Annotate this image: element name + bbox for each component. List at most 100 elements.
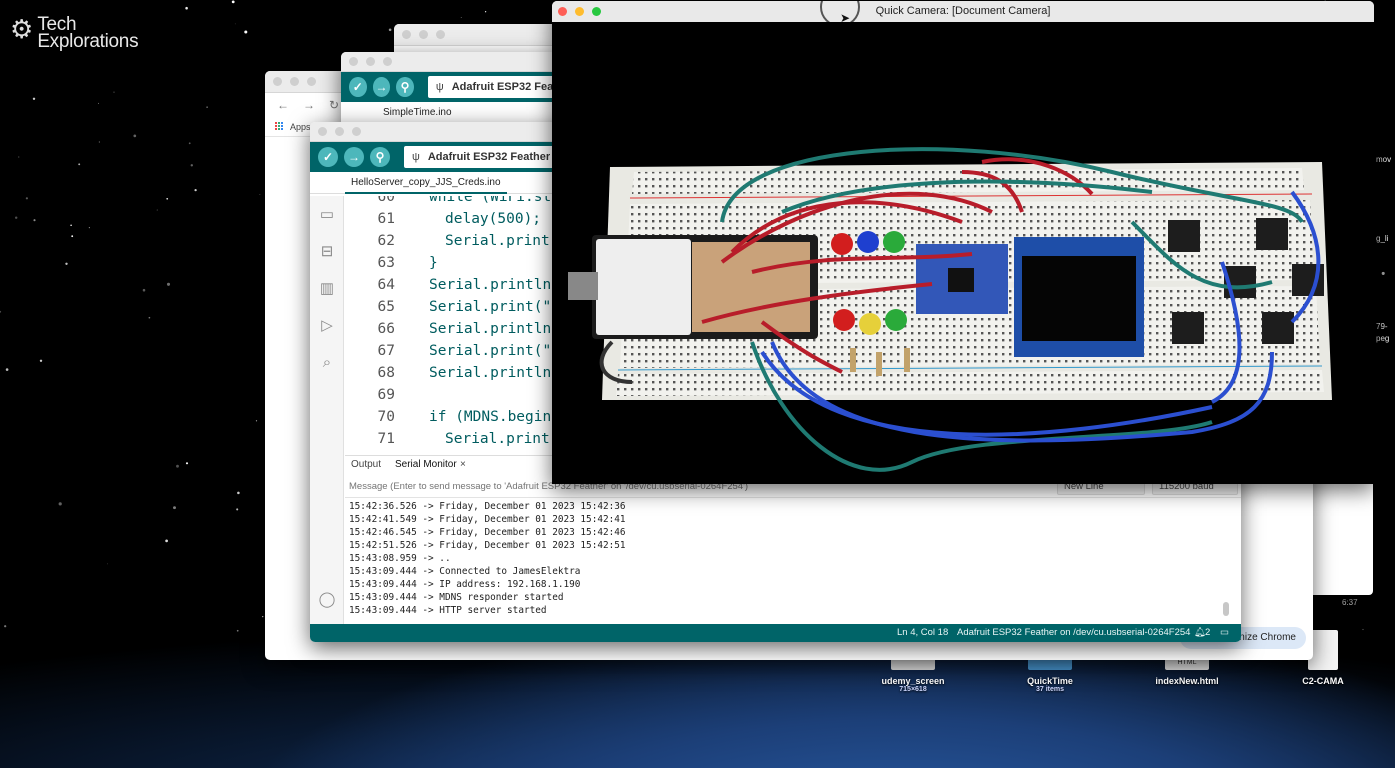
star	[484, 11, 487, 13]
star	[142, 288, 146, 292]
star	[236, 629, 239, 632]
arduino-window-back[interactable]: ✓ → ⚲ ψ Adafruit ESP32 Fea SimpleTime.ino	[341, 52, 561, 132]
star	[39, 359, 43, 363]
star	[190, 164, 193, 167]
apps-bookmark[interactable]: Apps	[290, 122, 311, 132]
desktop-edge-label: 6:37	[1342, 598, 1358, 607]
usb-icon: ψ	[412, 151, 420, 163]
star	[166, 282, 171, 286]
star	[88, 227, 90, 229]
arduino-sidebar: ▭ ⊟ ▥ ▷ ⌕ ◯	[310, 196, 344, 624]
sketch-tab[interactable]: SimpleTime.ino	[377, 102, 458, 124]
board-selector[interactable]: ψ Adafruit ESP32 Feather	[404, 146, 554, 168]
desktop-icon-indexnew[interactable]: HTML indexNew.html	[1132, 656, 1242, 686]
star	[98, 141, 100, 143]
board-port-status[interactable]: Adafruit ESP32 Feather on /dev/cu.usbser…	[957, 624, 1190, 642]
upload-icon[interactable]: →	[372, 77, 391, 97]
camera-feed	[552, 22, 1374, 484]
star	[173, 506, 176, 510]
star	[165, 539, 168, 543]
close-light[interactable]	[558, 7, 567, 16]
notification-count: 2	[1205, 627, 1211, 638]
star	[58, 502, 62, 506]
status-bar: Ln 4, Col 18 Adafruit ESP32 Feather on /…	[310, 624, 1241, 642]
star	[234, 23, 236, 25]
forward-arrow-icon[interactable]: →	[303, 98, 315, 112]
star	[148, 316, 151, 319]
search-icon[interactable]: ⌕	[310, 344, 344, 381]
close-light[interactable]	[273, 77, 282, 86]
code-line: 64 Serial.println	[377, 277, 552, 293]
star	[194, 188, 197, 192]
serial-line: 15:43:09.444 -> HTTP server started	[349, 605, 547, 616]
serial-line: 15:43:09.444 -> MDNS responder started	[349, 592, 564, 603]
desktop-edge-label: mov	[1376, 155, 1392, 164]
serial-line: 15:42:36.526 -> Friday, December 01 2023…	[349, 501, 626, 512]
star	[70, 224, 72, 226]
zoom-light[interactable]	[352, 127, 361, 136]
board-name: Adafruit ESP32 Feather	[427, 151, 551, 163]
board-selector[interactable]: ψ Adafruit ESP32 Fea	[427, 76, 561, 98]
star	[236, 508, 239, 511]
verify-icon[interactable]: ✓	[318, 147, 338, 167]
close-tab-icon[interactable]: ×	[460, 459, 466, 470]
star	[460, 17, 462, 18]
star	[133, 134, 137, 138]
star	[1381, 271, 1385, 275]
minimize-light[interactable]	[290, 77, 299, 86]
minimize-light[interactable]	[575, 7, 584, 16]
code-line: 61 delay(500);	[377, 211, 542, 227]
zoom-light[interactable]	[592, 7, 601, 16]
reload-icon[interactable]: ↻	[329, 98, 339, 112]
debug-icon[interactable]: ⚲	[370, 147, 390, 167]
breadboard-circuit-photo	[568, 147, 1332, 472]
star	[107, 563, 109, 565]
serial-scrollbar[interactable]	[1223, 602, 1229, 616]
star	[176, 464, 179, 468]
star	[78, 163, 81, 166]
minimize-light[interactable]	[335, 127, 344, 136]
debug-icon[interactable]: ⚲	[396, 77, 414, 97]
star	[97, 102, 99, 104]
tab-output[interactable]: Output	[351, 459, 381, 470]
star	[71, 235, 74, 238]
background-window-titlebar[interactable]	[394, 24, 564, 46]
tech-explorations-logo: ⚙ Tech Explorations	[10, 15, 139, 51]
code-line: 62 Serial.print	[377, 233, 550, 249]
camera-titlebar[interactable]: Quick Camera: [Document Camera]	[552, 1, 1374, 22]
star	[237, 491, 240, 495]
library-manager-icon[interactable]: ▥	[310, 270, 344, 307]
star	[185, 462, 189, 465]
debug-panel-icon[interactable]: ▷	[310, 307, 344, 344]
tab-serial-monitor[interactable]: Serial Monitor	[395, 459, 457, 470]
cursor-position[interactable]: Ln 4, Col 18	[897, 624, 948, 642]
code-line: 67 Serial.print("	[377, 343, 552, 359]
panel-toggle-icon[interactable]: ▭	[1220, 624, 1229, 642]
star	[188, 142, 191, 145]
desktop-icon-quicktime[interactable]: QuickTime 37 items	[995, 656, 1105, 693]
star	[255, 420, 258, 422]
desktop-icon-sublabel: 715×618	[899, 686, 927, 693]
desktop-icon-label: C2-CAMA	[1302, 676, 1344, 686]
sketchbook-folder-icon[interactable]: ▭	[310, 196, 344, 233]
code-line: 69	[377, 387, 395, 403]
zoom-light[interactable]	[307, 77, 316, 86]
boards-manager-icon[interactable]: ⊟	[310, 233, 344, 270]
quick-camera-window[interactable]: Quick Camera: [Document Camera] ➤	[552, 1, 1374, 484]
verify-icon[interactable]: ✓	[349, 77, 367, 97]
account-icon[interactable]: ◯	[310, 581, 344, 618]
board-name: Adafruit ESP32 Fea	[451, 81, 554, 93]
serial-line: 15:42:46.545 -> Friday, December 01 2023…	[349, 527, 626, 538]
sketch-tab[interactable]: HelloServer_copy_JJS_Creds.ino	[345, 172, 507, 194]
arduino-back-titlebar[interactable]	[341, 52, 561, 72]
star	[231, 0, 235, 4]
serial-output[interactable]: 15:42:36.526 -> Friday, December 01 2023…	[345, 498, 1231, 622]
desktop-icon-udemy-screen[interactable]: udemy_screen 715×618	[858, 656, 968, 693]
apps-grid-icon	[275, 122, 284, 131]
close-light[interactable]	[318, 127, 327, 136]
code-editor[interactable]: 60 while (WiFi.st 61 delay(500); 62 Serial.…	[345, 196, 555, 466]
star	[5, 368, 9, 371]
upload-icon[interactable]: →	[344, 147, 364, 167]
back-arrow-icon[interactable]: ←	[277, 98, 289, 112]
usb-icon: ψ	[435, 81, 444, 93]
